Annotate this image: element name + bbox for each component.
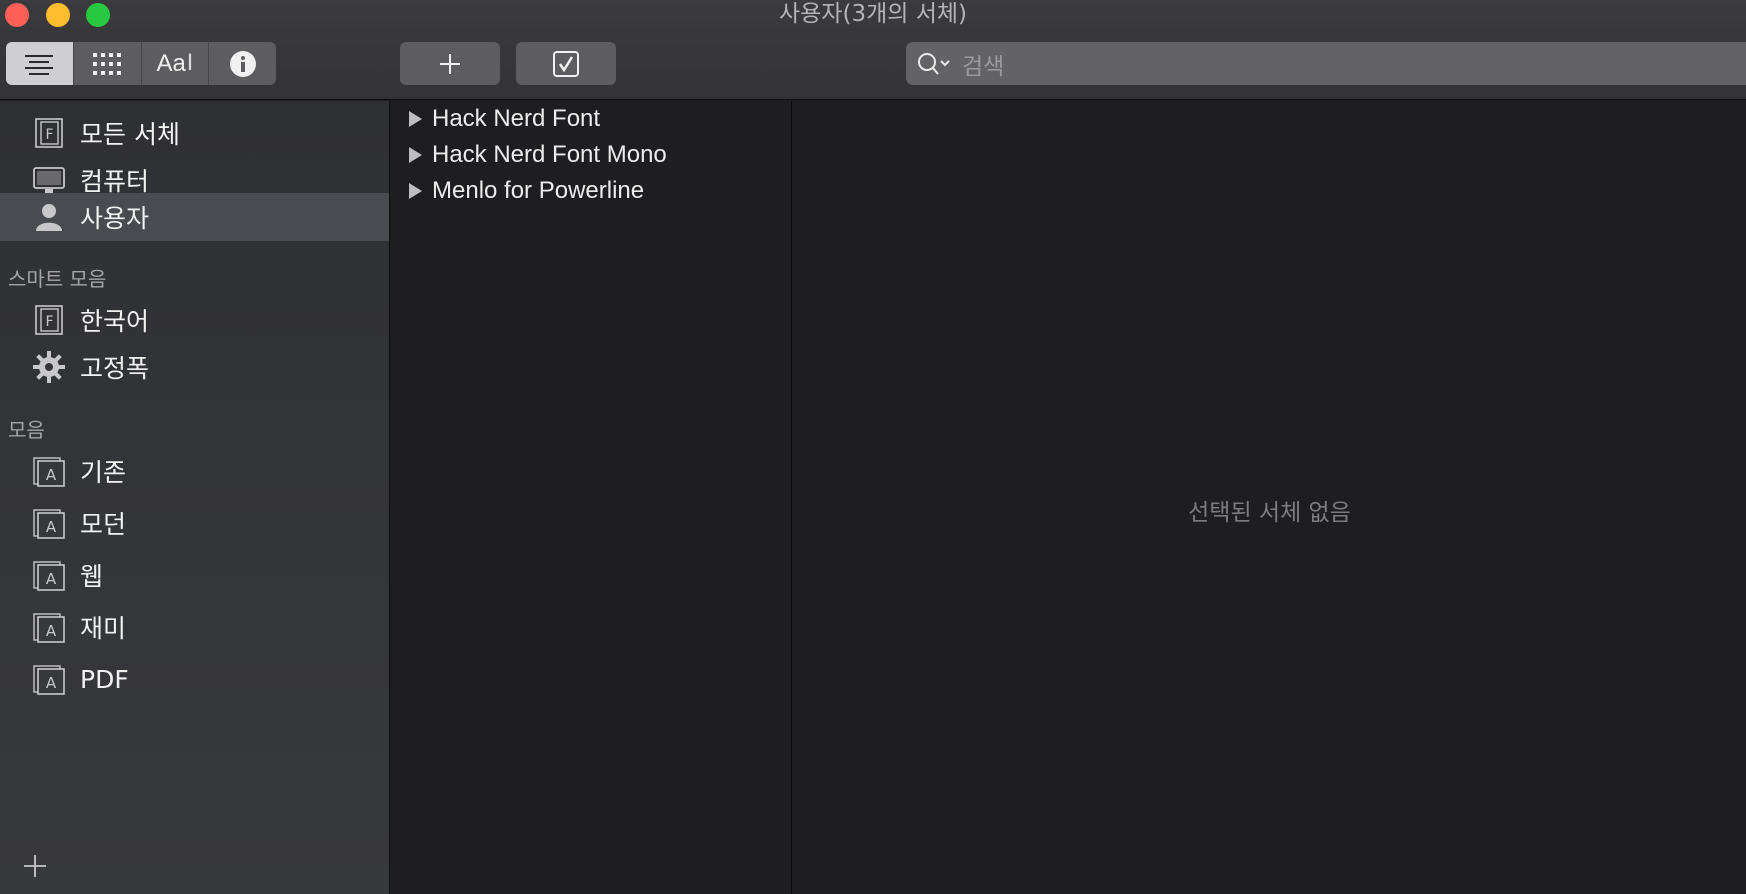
sidebar-item-label: 한국어 — [80, 307, 150, 336]
svg-text:A: A — [46, 674, 57, 692]
font-list: Hack Nerd Font Hack Nerd Font Mono Menlo… — [391, 101, 792, 894]
font-family-name: Hack Nerd Font Mono — [432, 141, 667, 168]
sidebar-item-fun[interactable]: A 재미 — [0, 603, 389, 651]
font-preview-pane: 선택된 서체 없음 — [793, 101, 1746, 894]
sidebar-item-label: PDF — [80, 664, 129, 694]
disclosure-triangle-icon[interactable] — [409, 183, 422, 199]
font-family-name: Hack Nerd Font — [432, 105, 601, 132]
user-icon — [32, 200, 66, 234]
add-collection-button[interactable] — [22, 853, 48, 879]
sidebar-item-label: 모든 서체 — [80, 120, 180, 149]
plus-icon — [24, 855, 46, 877]
search-field[interactable]: 검색 — [906, 42, 1746, 85]
plus-icon — [440, 53, 460, 74]
collection-icon: A — [32, 506, 66, 540]
svg-text:A: A — [46, 518, 57, 536]
sidebar-item-user[interactable]: 사용자 — [0, 193, 389, 241]
collection-icon: A — [32, 558, 66, 592]
sidebar-item-modern[interactable]: A 모던 — [0, 499, 389, 547]
font-book-icon: F — [32, 303, 66, 337]
info-icon — [229, 50, 256, 77]
add-font-button[interactable] — [400, 42, 500, 85]
grid-dots-icon — [93, 52, 122, 75]
svg-text:A: A — [46, 622, 57, 640]
sidebar-item-label: 기존 — [80, 458, 127, 487]
info-view-button[interactable] — [209, 42, 276, 85]
sidebar-item-label: 모던 — [80, 510, 127, 539]
sidebar-item-classic[interactable]: A 기존 — [0, 447, 389, 495]
no-selection-message: 선택된 서체 없음 — [1188, 500, 1351, 526]
svg-text:A: A — [46, 466, 57, 484]
sidebar-item-label: 재미 — [80, 614, 127, 643]
sidebar-item-label: 고정폭 — [80, 354, 150, 383]
text-sample-icon: Aa — [156, 49, 186, 77]
svg-text:A: A — [46, 570, 57, 588]
collection-icon: A — [32, 454, 66, 488]
validate-fonts-button[interactable] — [516, 42, 616, 85]
font-family-name: Menlo for Powerline — [432, 177, 645, 204]
computer-icon — [32, 163, 66, 197]
svg-text:F: F — [45, 314, 53, 330]
font-family-row[interactable]: Hack Nerd Font Mono — [391, 138, 791, 172]
font-book-icon: F — [32, 116, 66, 150]
search-placeholder: 검색 — [962, 53, 1005, 80]
sidebar-item-pdf[interactable]: A PDF — [0, 655, 389, 703]
view-mode-segmented-control: Aa I — [6, 42, 276, 85]
sidebar-item-label: 웹 — [80, 562, 104, 591]
sidebar-item-label: 사용자 — [80, 204, 150, 233]
disclosure-triangle-icon[interactable] — [409, 111, 422, 127]
collection-icon: A — [32, 610, 66, 644]
sidebar-item-korean[interactable]: F 한국어 — [0, 296, 389, 344]
font-family-row[interactable]: Hack Nerd Font — [391, 102, 791, 136]
toolbar: 사용자(3개의 서체) Aa I 검색 — [0, 0, 1746, 100]
disclosure-triangle-icon[interactable] — [409, 147, 422, 163]
list-view-button[interactable] — [6, 42, 74, 85]
gear-icon — [32, 350, 66, 384]
checkbox-icon — [553, 50, 579, 77]
search-icon — [918, 52, 950, 75]
font-family-row[interactable]: Menlo for Powerline — [391, 174, 791, 208]
smart-collections-header: 스마트 모음 — [8, 267, 107, 291]
list-lines-icon — [25, 54, 54, 75]
sidebar-item-web[interactable]: A 웹 — [0, 551, 389, 599]
svg-text:F: F — [45, 127, 53, 143]
grid-view-button[interactable] — [74, 42, 142, 85]
collection-icon: A — [32, 662, 66, 696]
collections-header: 모음 — [8, 418, 45, 442]
sidebar-item-monospace[interactable]: 고정폭 — [0, 343, 389, 391]
sample-view-button[interactable]: Aa I — [142, 42, 210, 85]
sidebar-item-all-fonts[interactable]: F 모든 서체 — [0, 109, 389, 157]
window-title: 사용자(3개의 서체) — [778, 1, 967, 27]
sidebar: F 모든 서체 컴퓨터 사용자 스마트 모음 F 한국어 고정폭 모음 A 기존… — [0, 101, 390, 894]
